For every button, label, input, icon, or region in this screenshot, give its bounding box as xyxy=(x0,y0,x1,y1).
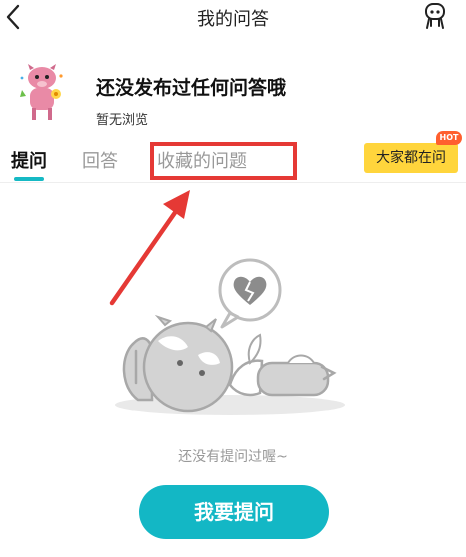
empty-state-illustration xyxy=(115,258,345,415)
empty-state-message: 还没有提问过喔~ xyxy=(178,449,288,465)
ask-question-button[interactable]: 我要提问 xyxy=(139,485,329,539)
